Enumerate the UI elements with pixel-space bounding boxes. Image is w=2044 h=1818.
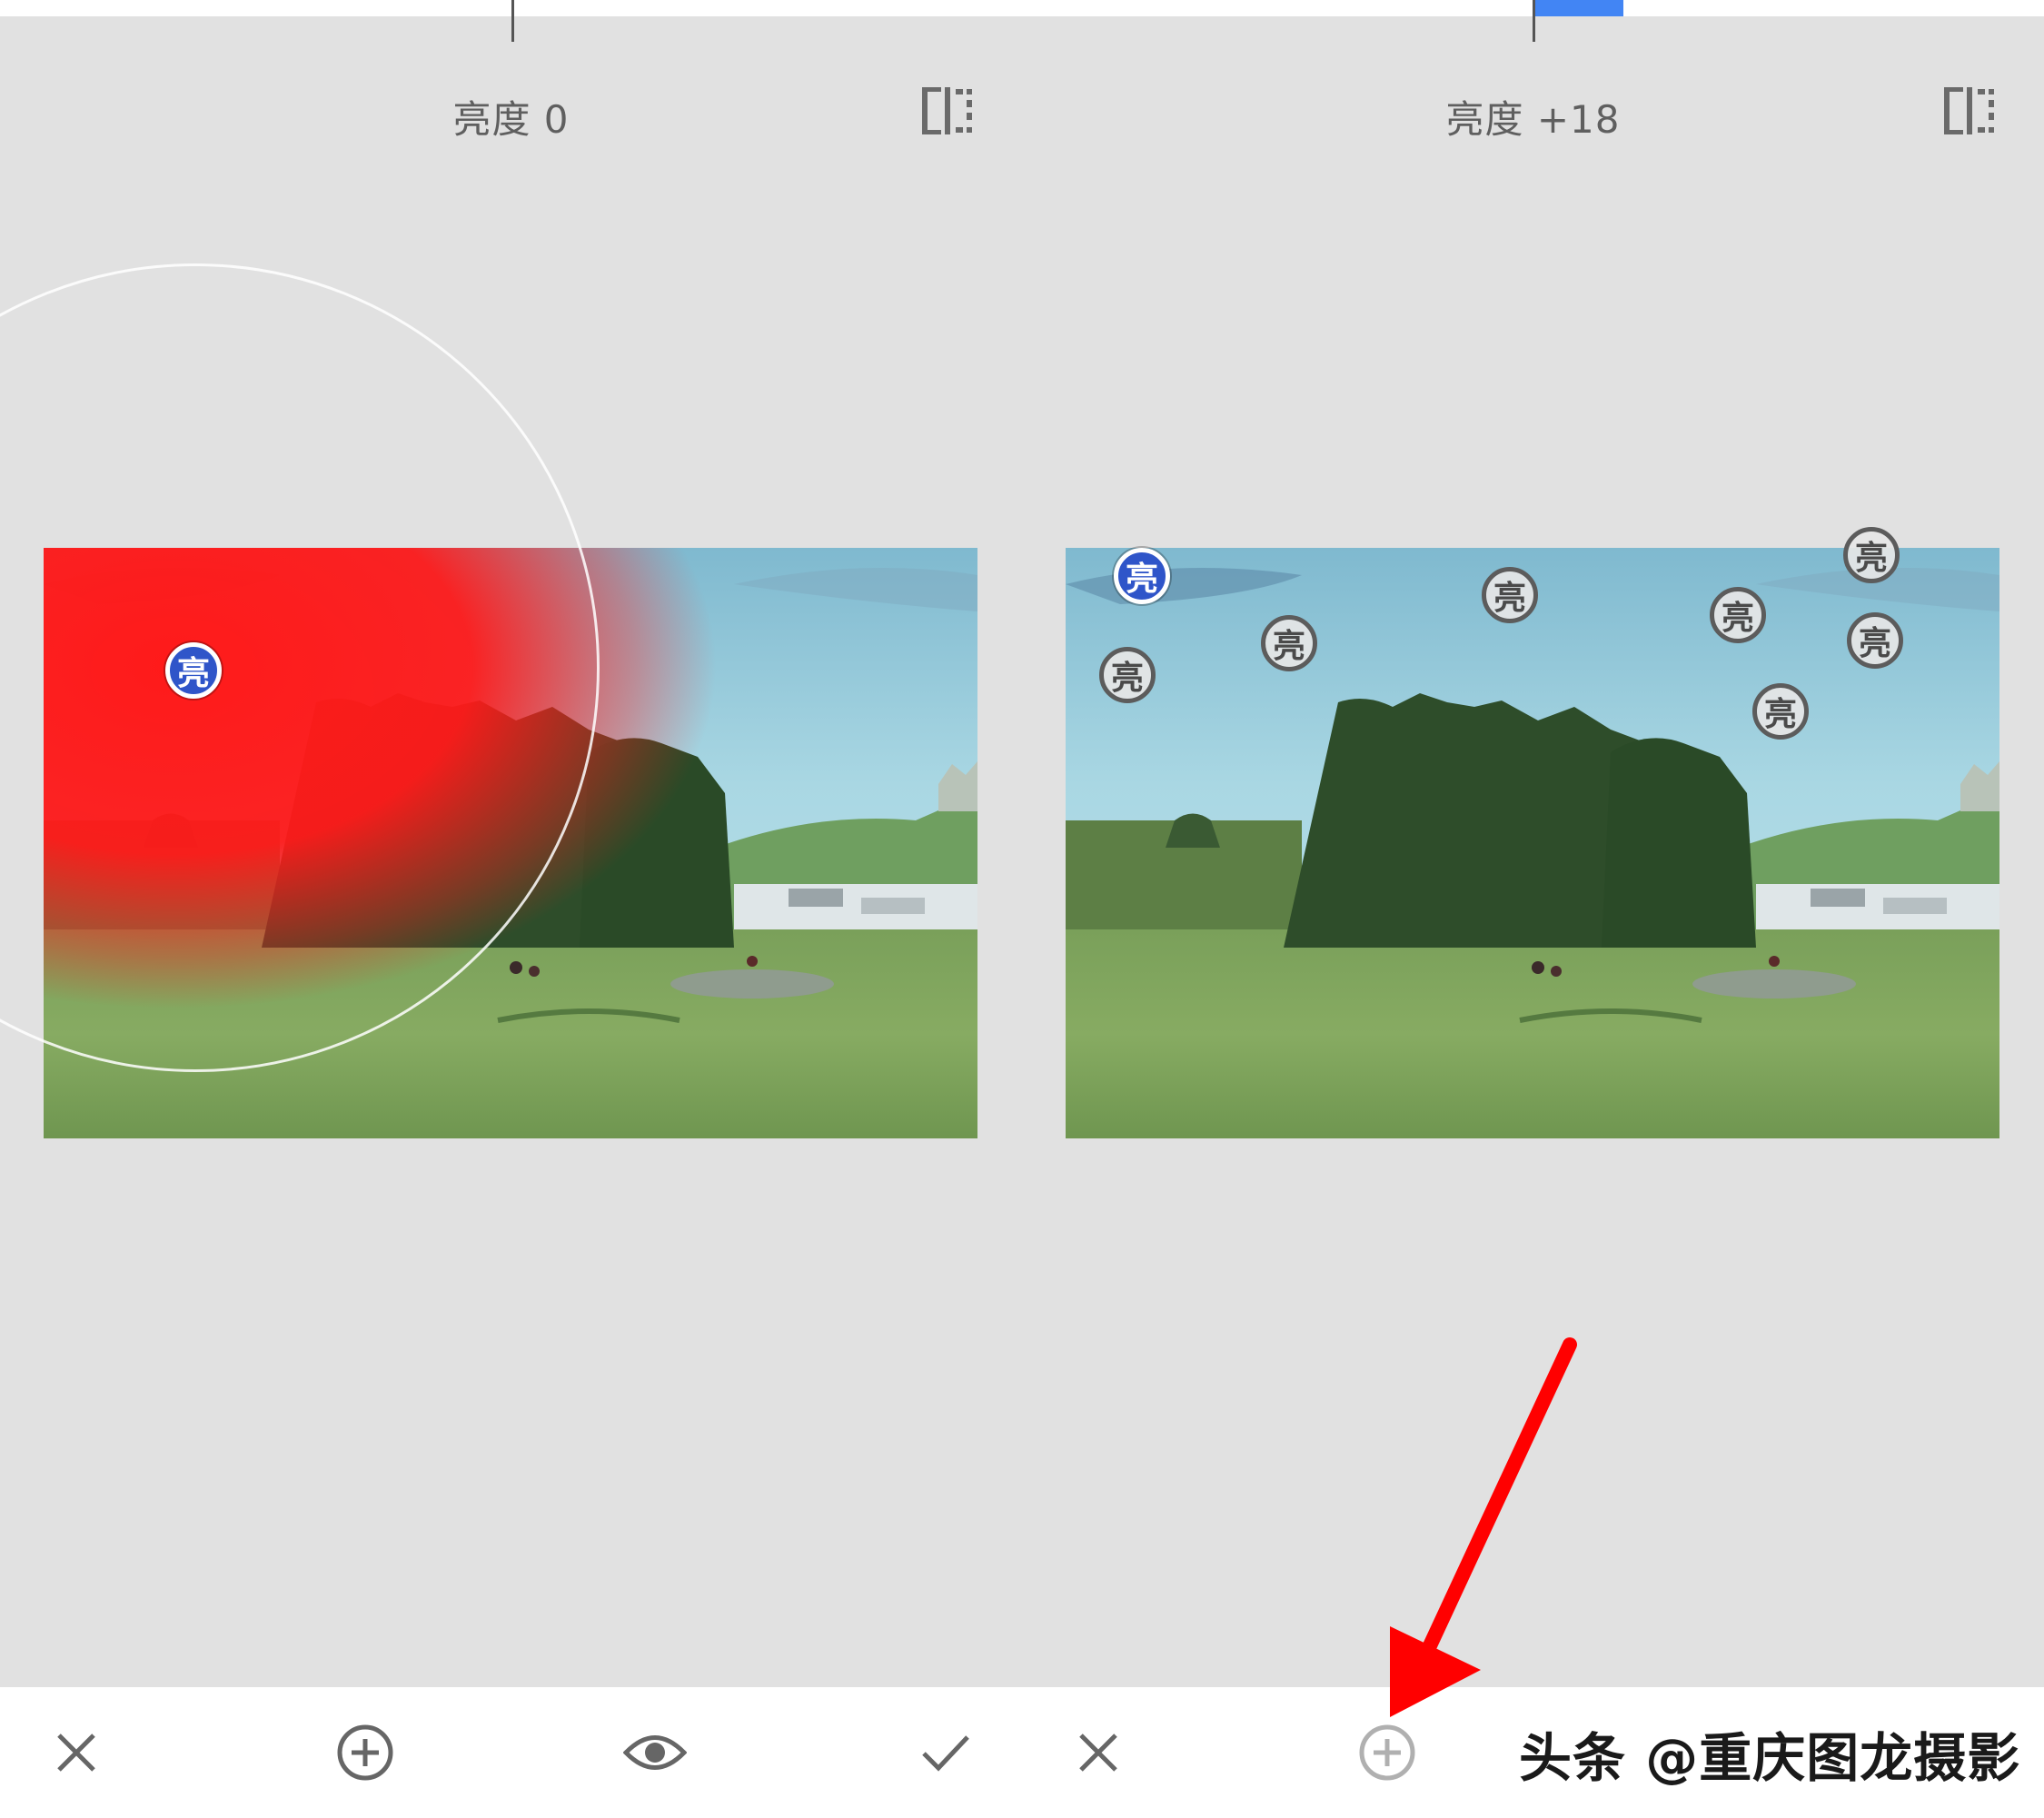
slider-center-tick	[511, 0, 514, 42]
annotation-arrow	[1390, 1337, 1577, 1717]
cancel-button[interactable]	[42, 1718, 111, 1787]
photo-canvas[interactable]	[44, 548, 977, 1138]
add-circle-icon	[1359, 1724, 1415, 1781]
watermark-text: 头条 @重庆图龙摄影	[1519, 1727, 2021, 1789]
brightness-label: 亮度 0	[452, 97, 570, 142]
slider-value-fill	[1535, 0, 1623, 16]
confirm-button[interactable]	[911, 1718, 980, 1787]
close-icon	[1079, 1734, 1117, 1772]
selection-mask	[44, 548, 977, 1138]
add-circle-icon	[337, 1724, 393, 1781]
cancel-button[interactable]	[1064, 1718, 1133, 1787]
left-panel: 亮度 0 亮	[0, 0, 1022, 1818]
compare-icon[interactable]	[1943, 86, 1996, 135]
close-icon	[57, 1734, 95, 1772]
control-point[interactable]: 亮	[1843, 527, 1900, 583]
brightness-label: 亮度 +18	[1445, 97, 1621, 142]
compare-icon[interactable]	[921, 86, 974, 135]
control-point-active[interactable]: 亮	[165, 642, 222, 699]
add-point-button[interactable]	[331, 1718, 400, 1787]
control-point[interactable]: 亮	[1099, 647, 1156, 703]
landscape-photo	[44, 548, 977, 1138]
control-point[interactable]: 亮	[1710, 587, 1766, 643]
bottom-toolbar	[0, 1687, 1022, 1818]
show-mask-button[interactable]	[620, 1718, 690, 1787]
control-point[interactable]: 亮	[1482, 567, 1538, 623]
control-point[interactable]: 亮	[1261, 615, 1317, 671]
check-icon	[922, 1735, 969, 1772]
control-point[interactable]: 亮	[1752, 683, 1809, 740]
control-point-active[interactable]: 亮	[1114, 548, 1170, 604]
control-point[interactable]: 亮	[1847, 612, 1903, 669]
eye-icon	[623, 1735, 687, 1770]
add-point-button[interactable]	[1353, 1718, 1422, 1787]
